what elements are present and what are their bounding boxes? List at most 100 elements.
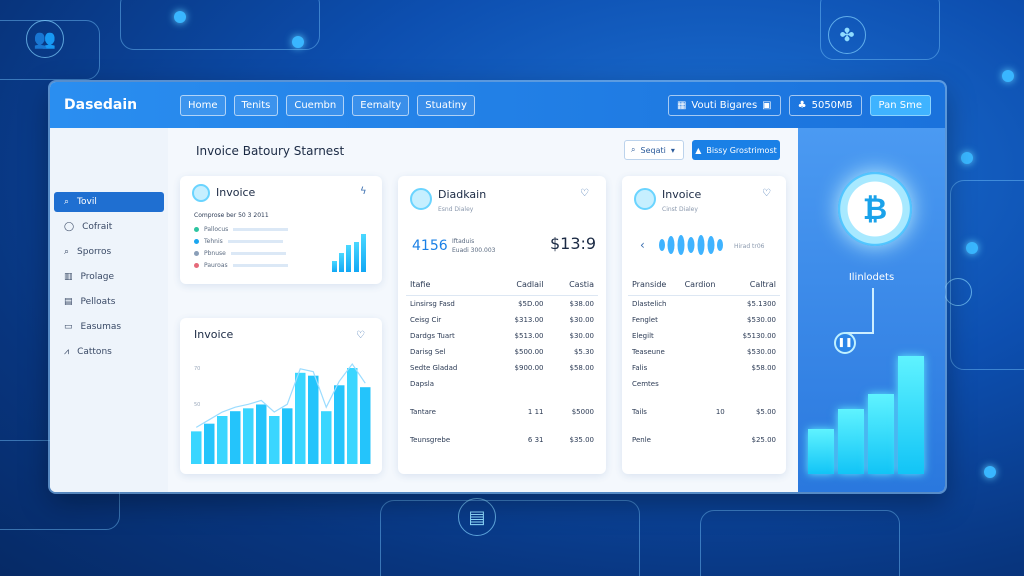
table-cell: $5000	[571, 407, 594, 416]
waveform-icon	[659, 235, 723, 255]
user-avatar	[634, 188, 656, 210]
sidebar-item-sporros[interactable]: ⌕ Sporros	[54, 242, 164, 262]
ring-icon	[944, 278, 972, 306]
table-row[interactable]: Linsirsg Fasd $5D.00 $38.00	[406, 296, 598, 312]
nav-home[interactable]: Home	[180, 94, 226, 116]
card-title: Invoice	[216, 186, 256, 199]
table-cell: $5.30	[573, 347, 594, 356]
chart-bar	[269, 416, 280, 464]
sidebar-item-cattons[interactable]: ⩘ Cattons	[54, 342, 164, 362]
heart-icon[interactable]: ♡	[356, 330, 365, 341]
nav-eemalty[interactable]: Eemalty	[352, 94, 410, 116]
table-row[interactable]: Cemtes	[628, 376, 780, 392]
table-cell: $530.00	[747, 347, 776, 356]
table-row[interactable]: Fenglet $530.00	[628, 312, 780, 328]
table-cell: 1 11	[527, 407, 544, 416]
card-icon: ▭	[64, 322, 73, 332]
report-button[interactable]: ▲ Bissy Grostrimost	[692, 140, 780, 160]
table-cell: $313.00	[514, 315, 544, 324]
table-cell: Cemtes	[632, 379, 659, 388]
table-row[interactable]: Dlastelich $5.1300	[628, 296, 780, 312]
panel-bar	[838, 409, 864, 474]
table-cell: $30.00	[569, 315, 595, 324]
table-row[interactable]: Elegilt $5130.00	[628, 328, 780, 344]
chart-bar	[308, 375, 319, 464]
chart-bar	[282, 408, 293, 464]
plus-icon: ▣	[762, 99, 772, 111]
table-row[interactable]: Teunsgrebe 6 31 $35.00	[406, 432, 598, 448]
card-subtitle: Comprose ber 50 3 2011	[194, 212, 269, 219]
mini-bar	[339, 253, 345, 272]
table-row[interactable]: Darisg Sel $500.00 $5.30	[406, 344, 598, 360]
table-row[interactable]: Falis $58.00	[628, 360, 780, 376]
table-cell	[681, 328, 729, 344]
main-content: Invoice Batoury Starnest ⌕ Seqati ▾ ▲ Bissy…	[180, 128, 798, 492]
nav-cuembn[interactable]: Cuembn	[286, 94, 345, 116]
legend-item: Pallocus	[194, 226, 289, 233]
table-row[interactable]: Penle $25.00	[628, 432, 780, 448]
sidebar-item-label: Prolage	[80, 272, 115, 282]
table-cell: $500.00	[514, 347, 544, 356]
dashboard-window: Dasedain Home Tenits Cuembn Eemalty Stua…	[50, 82, 945, 492]
chevron-left-icon[interactable]: ‹	[640, 238, 645, 252]
mini-bar	[360, 234, 366, 272]
nav-stuatiny[interactable]: Stuatiny	[417, 94, 475, 116]
chart-bar	[217, 416, 228, 464]
chat-icon: ◯	[64, 222, 75, 232]
vouti-button[interactable]: ▦ Vouti Bigares ▣	[667, 94, 781, 116]
invoice-bar-svg	[191, 362, 371, 464]
chart-bar	[334, 385, 345, 464]
sidebar-item-pelloats[interactable]: ▤ Pelloats	[54, 292, 164, 312]
crypto-panel: ₿ Ilinlodets ❚❚	[798, 128, 945, 492]
invoice-summary-card: Invoice ϟ Comprose ber 50 3 2011 Pallocu…	[180, 176, 382, 284]
bg-node	[961, 152, 973, 164]
search-dropdown[interactable]: ⌕ Seqati ▾	[624, 140, 684, 160]
invoice-detail-table: Pranside Cardion Caltral Dlastelich $5.13…	[628, 274, 780, 448]
storage-button[interactable]: ♣ 5050MB	[788, 94, 862, 116]
legend-item: Pbnuse	[194, 250, 286, 257]
table-cell: 6 31	[527, 435, 544, 444]
sidebar-item-tovil[interactable]: ⌕ Tovil	[54, 192, 164, 212]
table-row[interactable]: Tantare 1 11 $5000	[406, 392, 598, 432]
stat-sub: Euadi 300.003	[452, 247, 496, 254]
table-row[interactable]: Tails 10 $5.00	[628, 392, 780, 432]
heart-icon[interactable]: ♡	[762, 188, 771, 199]
table-cell: Tantare	[410, 407, 436, 416]
table-row[interactable]: Ceisg Cir $313.00 $30.00	[406, 312, 598, 328]
nav-tenits[interactable]: Tenits	[233, 94, 279, 116]
grid-icon: ▦	[676, 99, 687, 111]
chart-bar	[243, 408, 254, 464]
sidebar-item-prolage[interactable]: ▥ Prolage	[54, 267, 164, 287]
panel-bar-chart	[798, 128, 945, 492]
table-cell: Sedte Gladad	[410, 363, 458, 372]
bolt-icon[interactable]: ϟ	[360, 186, 367, 197]
pan-sme-button[interactable]: Pan Sme	[869, 94, 931, 116]
search-icon: ⌕	[631, 145, 636, 154]
document-icon: ▤	[458, 498, 496, 536]
app-title: Dasedain	[64, 97, 138, 113]
bg-circuit-line	[380, 500, 640, 576]
table-row[interactable]: Dapsla	[406, 376, 598, 392]
sidebar-item-cofrait[interactable]: ◯ Cofrait	[54, 217, 164, 237]
bg-node	[292, 36, 304, 48]
bg-node	[984, 466, 996, 478]
sidebar: ⌕ Tovil ◯ Cofrait ⌕ Sporros ▥ Prolage ▤ Pello…	[50, 128, 168, 492]
table-row[interactable]: Sedte Gladad $900.00 $58.00	[406, 360, 598, 376]
table-cell: Tails	[632, 407, 647, 416]
mini-bar-chart	[332, 234, 368, 272]
sidebar-item-easumas[interactable]: ▭ Easumas	[54, 317, 164, 337]
card-subtitle: Esnd Dialey	[438, 206, 474, 213]
column-header: Castia	[547, 274, 598, 296]
legend-item: Pauroas	[194, 262, 288, 269]
users-icon: 👥	[26, 20, 64, 58]
sidebar-item-label: Cofrait	[82, 222, 113, 232]
table-row[interactable]: Dardgs Tuart $513.00 $30.00	[406, 328, 598, 344]
chart-bar	[321, 411, 332, 464]
table-cell	[548, 376, 599, 392]
mini-bar	[332, 260, 337, 272]
heart-icon[interactable]: ♡	[580, 188, 589, 199]
diadkain-card: Diadkain Esnd Dialey ♡ 4156 Iftaduis Eua…	[398, 176, 606, 474]
table-cell: $5.1300	[747, 299, 776, 308]
table-cell: 10	[715, 407, 725, 416]
table-row[interactable]: Teaseune $530.00	[628, 344, 780, 360]
